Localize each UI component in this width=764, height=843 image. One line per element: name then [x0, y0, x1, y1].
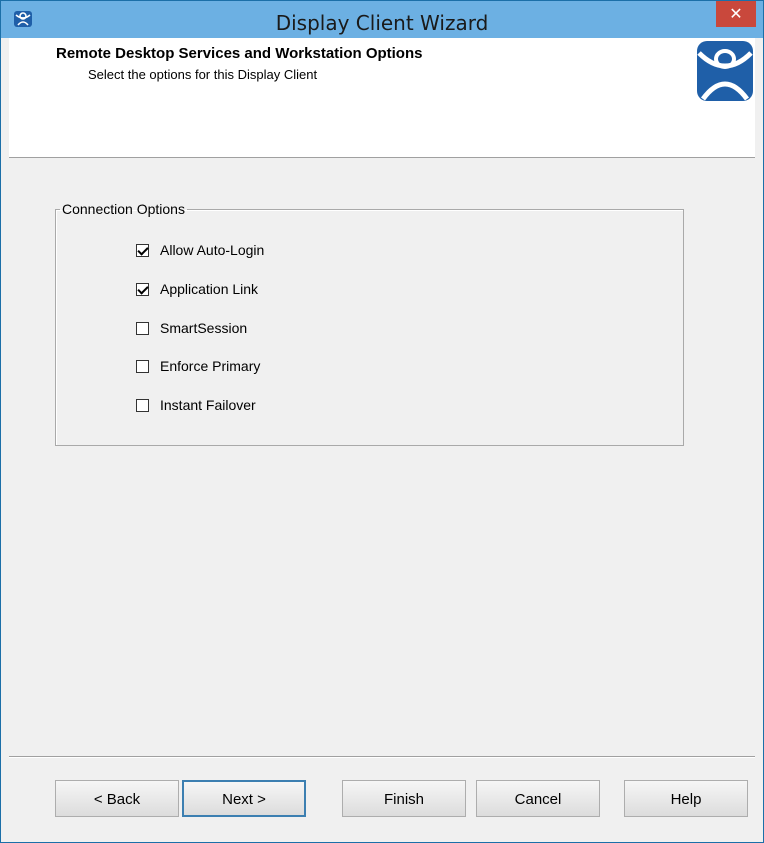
- checkbox-label: Application Link: [160, 281, 259, 297]
- checkbox-box[interactable]: [136, 243, 149, 257]
- window-title: Display Client Wizard: [275, 11, 489, 35]
- checkbox-label: Instant Failover: [160, 397, 256, 413]
- close-icon: ✕: [729, 4, 743, 23]
- checkbox-box[interactable]: [136, 282, 149, 296]
- checkbox-box[interactable]: [136, 398, 149, 412]
- finish-button[interactable]: Finish: [342, 780, 466, 817]
- enforce-primary-checkbox[interactable]: Enforce Primary: [136, 357, 260, 375]
- checkbox-label: Enforce Primary: [160, 358, 261, 374]
- checkbox-box[interactable]: [136, 359, 149, 373]
- thinmanager-logo: [697, 41, 753, 101]
- wizard-window: Display Client Wizard ✕ Remote Desktop S…: [0, 0, 764, 843]
- checkbox-box[interactable]: [136, 321, 149, 335]
- next-button[interactable]: Next >: [182, 780, 306, 817]
- page-title: Remote Desktop Services and Workstation …: [56, 45, 423, 62]
- group-legend: Connection Options: [62, 201, 185, 217]
- checkbox-label: SmartSession: [160, 320, 248, 336]
- page-subtitle: Select the options for this Display Clie…: [88, 67, 318, 82]
- instant-failover-checkbox[interactable]: Instant Failover: [136, 396, 256, 414]
- allow-auto-login-checkbox[interactable]: Allow Auto-Login: [136, 241, 264, 259]
- smartsession-checkbox[interactable]: SmartSession: [136, 319, 247, 337]
- button-separator: [9, 756, 755, 758]
- checkbox-label: Allow Auto-Login: [160, 242, 265, 258]
- cancel-button[interactable]: Cancel: [476, 780, 600, 817]
- close-button[interactable]: ✕: [716, 1, 756, 27]
- back-button[interactable]: < Back: [55, 780, 179, 817]
- help-button[interactable]: Help: [624, 780, 748, 817]
- title-bar[interactable]: Display Client Wizard ✕: [1, 1, 763, 38]
- application-link-checkbox[interactable]: Application Link: [136, 280, 258, 298]
